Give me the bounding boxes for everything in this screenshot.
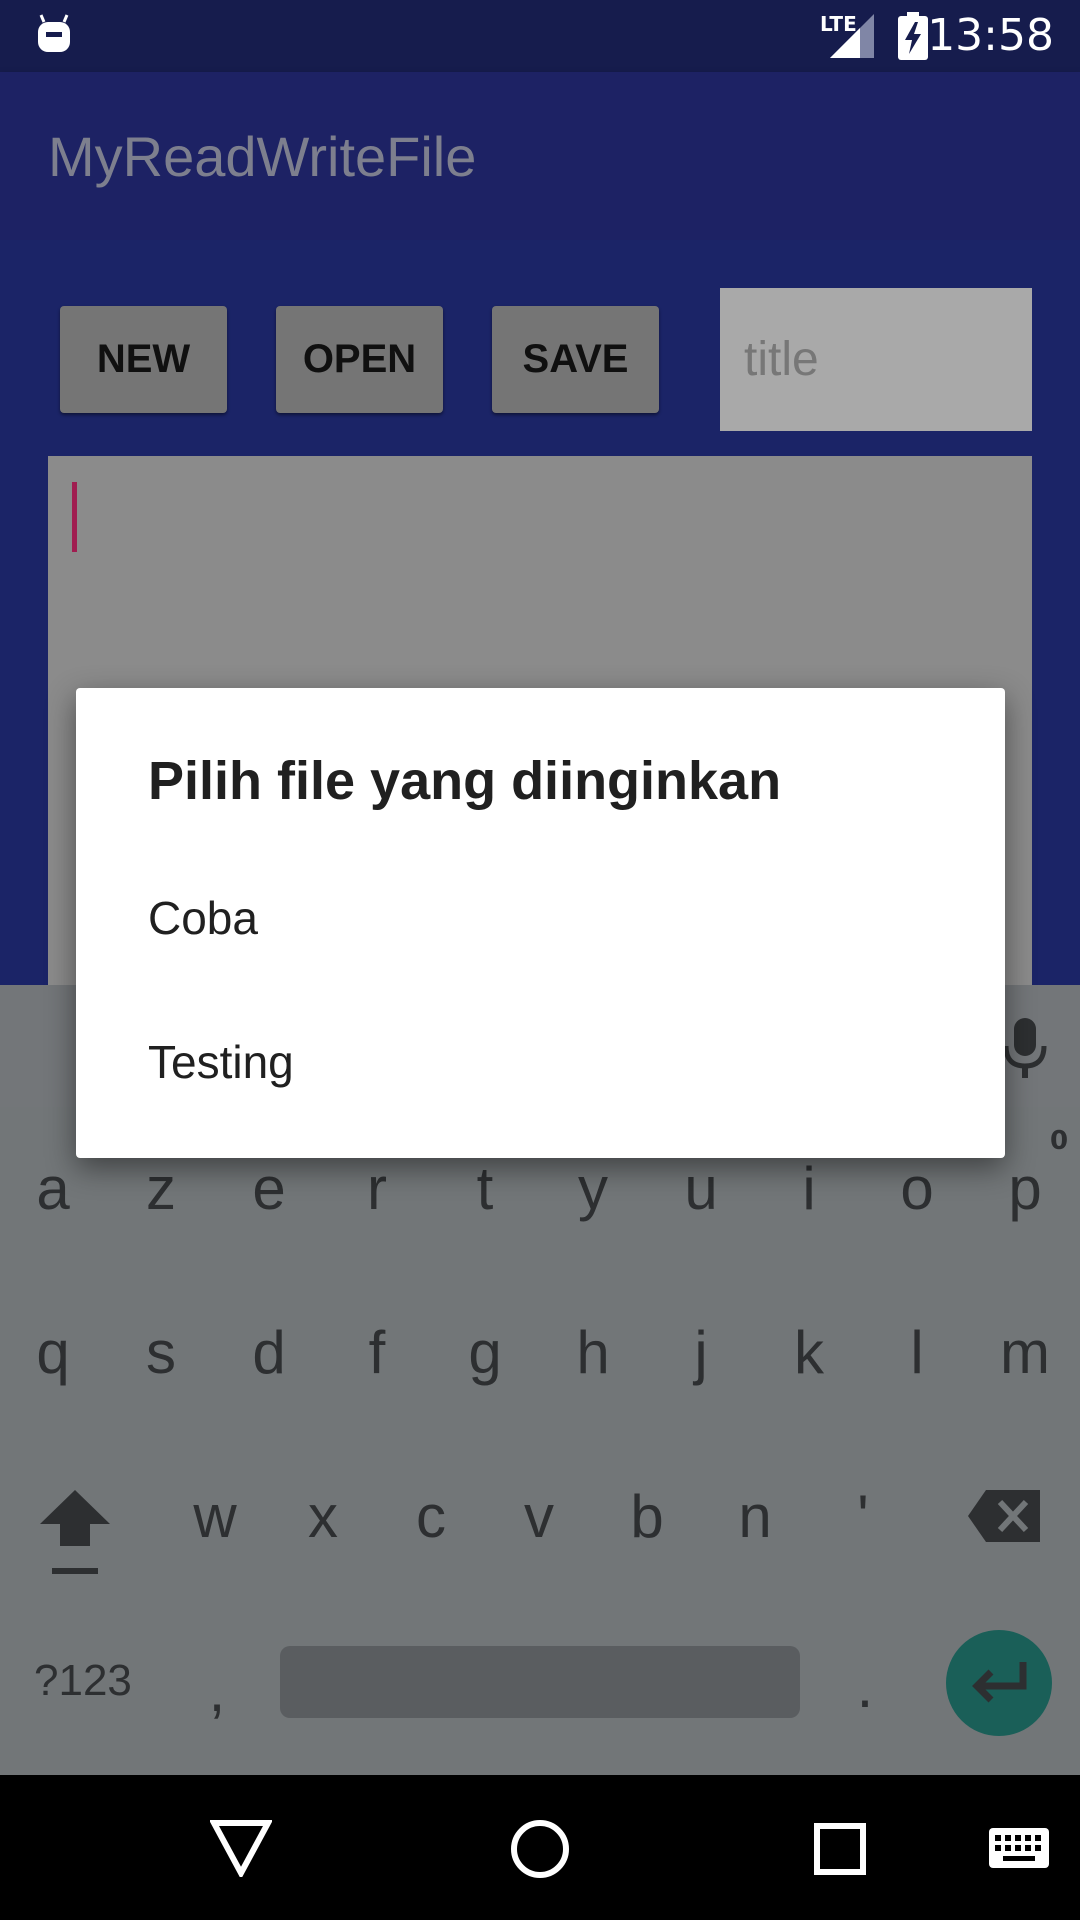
key-x[interactable]: x <box>278 1482 368 1551</box>
battery-charging-icon <box>898 12 928 60</box>
key-e[interactable]: e <box>224 1154 314 1223</box>
back-icon[interactable] <box>210 1819 272 1877</box>
key-apostrophe[interactable]: ' <box>818 1482 908 1551</box>
recents-icon[interactable] <box>814 1823 866 1875</box>
key-n[interactable]: n <box>710 1482 800 1551</box>
enter-icon <box>972 1662 1027 1703</box>
app-bar: MyReadWriteFile <box>0 72 1080 240</box>
key-f[interactable]: f <box>332 1318 422 1387</box>
text-cursor <box>72 482 77 552</box>
key-b[interactable]: b <box>602 1482 692 1551</box>
key-a[interactable]: a <box>8 1154 98 1223</box>
key-w[interactable]: w <box>170 1482 260 1551</box>
period-key[interactable]: . <box>820 1652 910 1721</box>
key-i[interactable]: i <box>764 1154 854 1223</box>
space-key[interactable] <box>280 1646 800 1718</box>
symbols-key[interactable]: ?123 <box>34 1656 132 1706</box>
key-r[interactable]: r <box>332 1154 422 1223</box>
title-input[interactable]: title <box>720 288 1032 431</box>
shift-icon[interactable] <box>38 1486 112 1576</box>
navigation-bar <box>0 1775 1080 1920</box>
key-k[interactable]: k <box>764 1318 854 1387</box>
status-time: 13:58 <box>927 10 1054 61</box>
app-title: MyReadWriteFile <box>48 125 477 188</box>
keyboard-icon[interactable] <box>988 1827 1050 1869</box>
key-c[interactable]: c <box>386 1482 476 1551</box>
key-hint-0: 0 <box>1050 1126 1069 1156</box>
key-g[interactable]: g <box>440 1318 530 1387</box>
file-picker-dialog: Pilih file yang diinginkan Coba Testing <box>76 688 1005 1158</box>
save-button[interactable]: SAVE <box>492 306 659 413</box>
key-s[interactable]: s <box>116 1318 206 1387</box>
microphone-icon[interactable] <box>1000 1016 1050 1080</box>
key-y[interactable]: y <box>548 1154 638 1223</box>
backspace-icon[interactable] <box>966 1488 1042 1544</box>
android-notification-icon <box>38 14 70 52</box>
status-bar: LTE 13:58 <box>0 0 1080 72</box>
key-j[interactable]: j <box>656 1318 746 1387</box>
new-button[interactable]: NEW <box>60 306 227 413</box>
key-q[interactable]: q <box>8 1318 98 1387</box>
lte-signal-icon <box>830 14 874 58</box>
key-l[interactable]: l <box>872 1318 962 1387</box>
dialog-title: Pilih file yang diinginkan <box>148 751 782 811</box>
key-h[interactable]: h <box>548 1318 638 1387</box>
key-o[interactable]: o <box>872 1154 962 1223</box>
key-v[interactable]: v <box>494 1482 584 1551</box>
key-t[interactable]: t <box>440 1154 530 1223</box>
key-m[interactable]: m <box>980 1318 1070 1387</box>
key-z[interactable]: z <box>116 1154 206 1223</box>
home-icon[interactable] <box>510 1819 570 1879</box>
key-d[interactable]: d <box>224 1318 314 1387</box>
key-p[interactable]: p <box>980 1154 1070 1223</box>
comma-key[interactable]: , <box>172 1656 262 1725</box>
key-u[interactable]: u <box>656 1154 746 1223</box>
title-input-placeholder: title <box>744 333 819 386</box>
open-button[interactable]: OPEN <box>276 306 443 413</box>
file-item-coba[interactable]: Coba <box>76 846 1005 990</box>
enter-key[interactable] <box>946 1630 1052 1736</box>
file-item-testing[interactable]: Testing <box>76 990 1005 1134</box>
